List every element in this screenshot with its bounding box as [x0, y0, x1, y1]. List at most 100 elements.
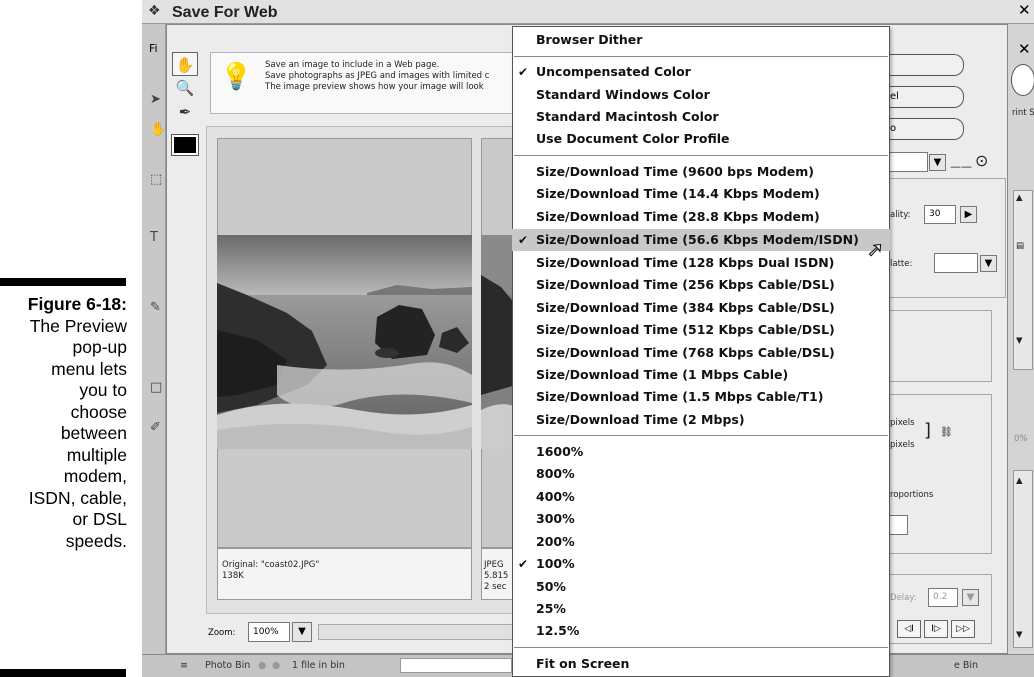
original-filename: Original: "coast02.JPG" [222, 560, 320, 570]
scroll-thumb[interactable]: ▤ [1016, 241, 1024, 251]
marquee-tool-icon[interactable]: ⬚ [150, 172, 162, 187]
menu-item-browser-dither[interactable]: Browser Dither [512, 29, 890, 51]
menu-item-zoom-50[interactable]: 50% [512, 576, 890, 598]
figure-caption: Figure 6-18: The Preview pop-up menu let… [0, 294, 127, 552]
menu-item-speed-256[interactable]: Size/Download Time (256 Kbps Cable/DSL) [512, 274, 890, 296]
menu-item-zoom-200[interactable]: 200% [512, 531, 890, 553]
bin-right-label: e Bin [954, 660, 979, 671]
menu-item-standard-macintosh-color[interactable]: Standard Macintosh Color [512, 106, 890, 128]
original-filesize: 138K [222, 571, 244, 581]
chevron-up-icon[interactable]: ▲ [1016, 193, 1023, 203]
menu-item-speed-384[interactable]: Size/Download Time (384 Kbps Cable/DSL) [512, 297, 890, 319]
preset-select[interactable] [888, 152, 928, 172]
menu-item-label: 800% [536, 466, 575, 481]
menu-item-speed-56-6[interactable]: ✔ Size/Download Time (56.6 Kbps Modem/ISD… [512, 229, 890, 251]
quality-input[interactable]: 30 [924, 205, 956, 224]
cancel-button[interactable]: el [888, 86, 964, 108]
menu-item-speed-512[interactable]: Size/Download Time (512 Kbps Cable/DSL) [512, 319, 890, 341]
close-icon[interactable]: ✕ [1018, 1, 1031, 19]
menu-item-speed-128[interactable]: Size/Download Time (128 Kbps Dual ISDN) [512, 252, 890, 274]
hand-tool-icon[interactable]: ✋ [172, 52, 198, 76]
shape-tool-icon[interactable]: □ [150, 380, 162, 395]
eyedropper-tool-icon[interactable]: ✒ [172, 100, 198, 124]
checkmark-icon: ✔ [518, 233, 529, 247]
next-frame-icon[interactable]: I▷ [924, 620, 948, 638]
menu-item-label: Size/Download Time (768 Kbps Cable/DSL) [536, 345, 835, 360]
settings-panel [888, 178, 1006, 298]
move-tool-icon[interactable]: ➤ [150, 92, 161, 107]
menu-item-use-document-color-profile[interactable]: Use Document Color Profile [512, 128, 890, 150]
menu-item-zoom-300[interactable]: 300% [512, 508, 890, 530]
matte-select[interactable] [934, 253, 978, 273]
prev-frame-icon[interactable]: ◁I [897, 620, 921, 638]
file-menu[interactable]: Fi [149, 42, 158, 55]
percent-partial: 0% [1014, 434, 1028, 444]
caption-line: multiple [66, 444, 127, 465]
apply-button[interactable] [888, 515, 908, 535]
menu-item-speed-28-8[interactable]: Size/Download Time (28.8 Kbps Modem) [512, 206, 890, 228]
status-strip [318, 624, 513, 640]
constrain-link-icon: ] [924, 420, 932, 441]
menu-item-zoom-1600[interactable]: 1600% [512, 441, 890, 463]
eyedropper-tool-icon[interactable]: ✐ [150, 420, 161, 435]
menu-item-speed-9600[interactable]: Size/Download Time (9600 bps Modem) [512, 161, 890, 183]
menu-item-label: Size/Download Time (512 Kbps Cable/DSL) [536, 322, 835, 337]
menu-item-speed-14-4[interactable]: Size/Download Time (14.4 Kbps Modem) [512, 183, 890, 205]
menu-item-label: Browser Dither [536, 32, 643, 47]
chevron-down-icon[interactable]: ▼ [980, 255, 997, 272]
constrain-proportions-label: roportions [890, 490, 934, 500]
chevron-down-icon[interactable]: ▼ [292, 622, 312, 642]
menu-item-zoom-12-5[interactable]: 12.5% [512, 620, 890, 642]
brush-tool-icon[interactable]: ✎ [150, 300, 161, 315]
ok-button[interactable] [888, 54, 964, 76]
dialog-app-icon: ❖ [148, 3, 161, 19]
menu-item-label: 25% [536, 601, 566, 616]
menu-item-label: Size/Download Time (2 Mbps) [536, 412, 745, 427]
mouse-pointer-icon: ➚ [867, 237, 885, 262]
menu-item-standard-windows-color[interactable]: Standard Windows Color [512, 84, 890, 106]
bin-options-field[interactable] [400, 658, 512, 673]
hand-tool-icon[interactable]: ✋ [150, 122, 166, 137]
menu-item-label: Size/Download Time (384 Kbps Cable/DSL) [536, 300, 835, 315]
menu-item-zoom-800[interactable]: 800% [512, 463, 890, 485]
hint-line: Save an image to include in a Web page. [265, 60, 440, 70]
type-tool-icon[interactable]: T [150, 230, 158, 245]
zoom-tool-icon[interactable]: 🔍 [172, 76, 198, 100]
menu-item-fit-on-screen[interactable]: Fit on Screen [512, 653, 890, 675]
chevron-down-icon[interactable]: ▼ [962, 589, 979, 606]
menu-item-speed-1-5mbps[interactable]: Size/Download Time (1.5 Mbps Cable/T1) [512, 386, 890, 408]
last-frame-icon[interactable]: ▷▷ [951, 620, 975, 638]
eyedropper-color-swatch[interactable] [171, 134, 199, 156]
close-icon[interactable]: ✕ [1018, 40, 1031, 58]
zoom-select[interactable]: 100% [248, 622, 290, 642]
menu-item-speed-768[interactable]: Size/Download Time (768 Kbps Cable/DSL) [512, 342, 890, 364]
menu-item-zoom-100[interactable]: ✔ 100% [512, 553, 890, 575]
menu-item-zoom-400[interactable]: 400% [512, 486, 890, 508]
menu-item-speed-1mbps[interactable]: Size/Download Time (1 Mbps Cable) [512, 364, 890, 386]
menu-item-label: 100% [536, 556, 575, 571]
help-button[interactable]: o [888, 118, 964, 140]
chevron-right-icon[interactable]: ▶ [960, 206, 977, 223]
menu-item-zoom-25[interactable]: 25% [512, 598, 890, 620]
prev-icon[interactable]: ● [258, 660, 266, 671]
next-icon[interactable]: ● [272, 660, 280, 671]
delay-input[interactable]: 0.2 [928, 588, 958, 607]
original-info [217, 548, 472, 600]
chevron-down-icon[interactable]: ▼ [1016, 630, 1023, 640]
menu-item-speed-2mbps[interactable]: Size/Download Time (2 Mbps) [512, 409, 890, 431]
bin-toggle-icon[interactable]: ≡ [180, 660, 188, 671]
optimize-menu-icon[interactable]: ⊙ [975, 151, 988, 170]
chevron-up-icon[interactable]: ▲ [1016, 476, 1023, 486]
menu-item-label: Uncompensated Color [536, 64, 691, 79]
delay-label: Delay: [890, 593, 917, 603]
caption-line: between [60, 423, 127, 443]
panel-scrollbar[interactable] [1013, 470, 1033, 648]
chevron-down-icon[interactable]: ▼ [929, 154, 946, 171]
menu-item-uncompensated-color[interactable]: ✔ Uncompensated Color [512, 61, 890, 83]
zoom-circle [1011, 64, 1034, 96]
menu-item-label: 200% [536, 534, 575, 549]
chevron-down-icon[interactable]: ▼ [1016, 336, 1023, 346]
checkmark-icon: ✔ [518, 557, 529, 571]
menu-item-label: Size/Download Time (1.5 Mbps Cable/T1) [536, 389, 824, 404]
menu-item-label: Fit on Screen [536, 656, 630, 671]
